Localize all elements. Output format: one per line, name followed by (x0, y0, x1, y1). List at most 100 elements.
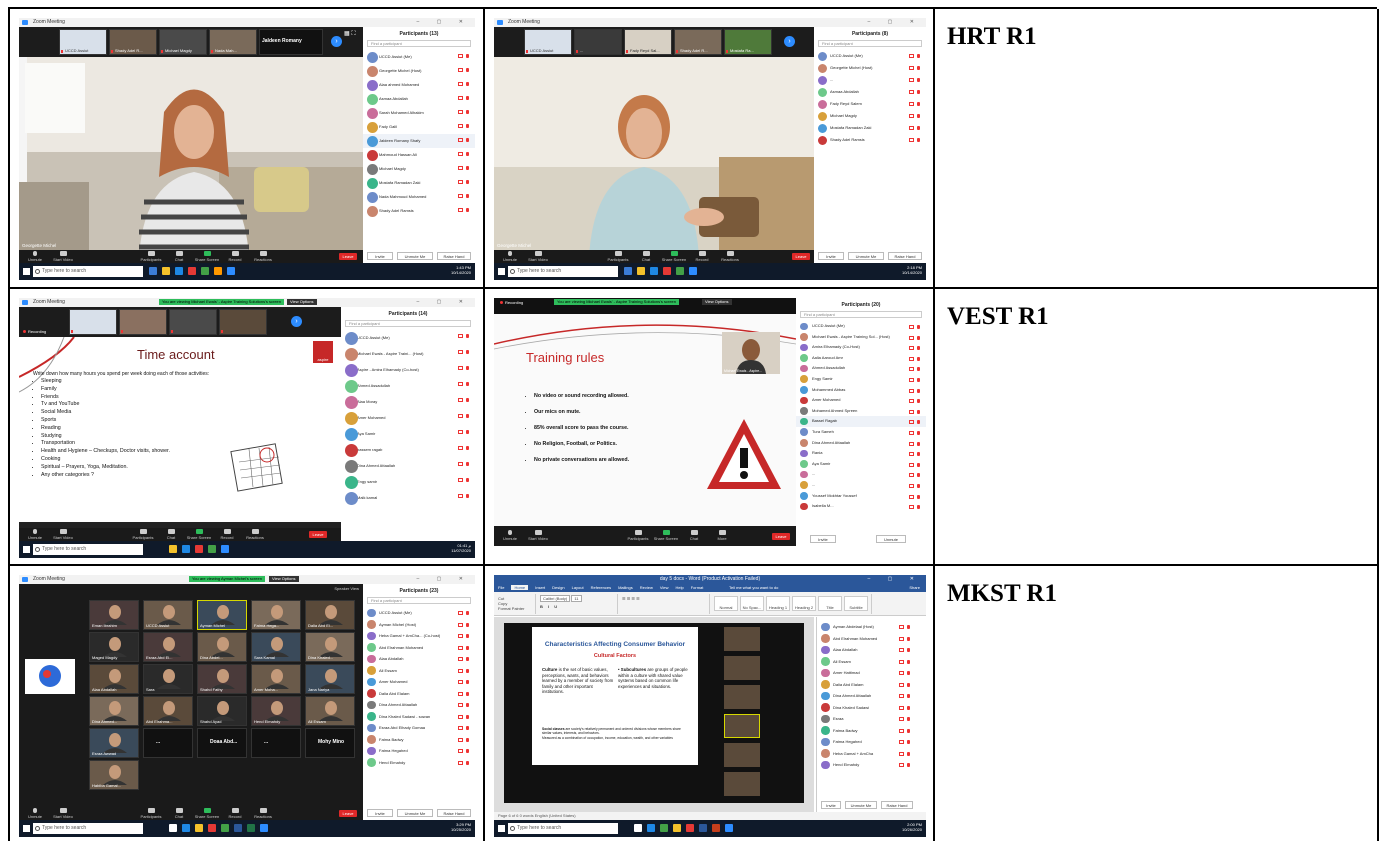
gallery-tile[interactable]: Dina Khaled... (305, 632, 355, 662)
unmute-me-button[interactable]: Unmute Me (397, 809, 433, 817)
video-thumbnail[interactable]: UCCD Assiut (524, 29, 572, 55)
style-option[interactable]: Heading 2 (792, 596, 816, 611)
edge-icon[interactable] (182, 545, 190, 553)
style-option[interactable]: Normal (714, 596, 738, 611)
video-thumbnail[interactable]: Mostafa Ra... (724, 29, 772, 55)
participant-row[interactable]: Ayman Michel (Host) (363, 619, 475, 631)
participant-row[interactable]: Heba Gamal + AmCha... (Co-host) (363, 630, 475, 642)
video-thumbnail[interactable] (119, 309, 167, 335)
participant-row[interactable]: Engy samir (341, 474, 475, 490)
participant-row[interactable]: Abd Elrahman Mohamed (817, 633, 916, 645)
video-thumbnail[interactable] (724, 656, 760, 680)
leave-button[interactable]: Leave (772, 533, 790, 540)
word-icon[interactable] (699, 824, 707, 832)
chat-button[interactable]: Chat (157, 529, 185, 540)
gallery-tile[interactable]: Sara (143, 664, 193, 694)
video-thumbnail[interactable] (724, 743, 760, 767)
unmute-button[interactable]: Unmute (876, 535, 906, 543)
participant-row[interactable]: Fatma Badwy (817, 725, 916, 737)
participant-row[interactable]: Michael Magdy (363, 162, 475, 176)
video-thumbnail[interactable]: Shady Adel R... (109, 29, 157, 55)
participant-row[interactable]: Jaldeen Romany Shafy (363, 134, 475, 148)
participant-row[interactable]: Shady Adel Ramsis (814, 134, 926, 146)
task-view-icon[interactable] (149, 267, 157, 275)
participant-row[interactable]: Amer Hattimad (817, 667, 916, 679)
edge-icon[interactable] (182, 824, 190, 832)
gallery-tile[interactable]: ... (143, 728, 193, 758)
chat-button[interactable]: Chat (165, 808, 193, 819)
share-screen-button[interactable]: Share Screen (185, 529, 213, 540)
taskbar-search-input[interactable]: Type here to search (508, 823, 618, 834)
file-explorer-icon[interactable] (195, 824, 203, 832)
gallery-tile[interactable]: Abd Elrahma... (143, 696, 193, 726)
view-options-button[interactable]: View Options (269, 576, 299, 582)
unmute-button[interactable]: Unmute (496, 251, 524, 262)
next-page-icon[interactable]: › (331, 36, 342, 47)
gallery-tile[interactable]: Maged Magdy (89, 632, 139, 662)
participant-row[interactable]: Ahmed Assadullah (341, 378, 475, 394)
participant-row[interactable]: Mostafa Ramadan Zaki (363, 176, 475, 190)
windows-start-icon[interactable] (498, 268, 505, 275)
unmute-button[interactable]: Unmute (21, 808, 49, 819)
ribbon-tab[interactable]: Home (511, 585, 529, 590)
gallery-tile[interactable]: Hend Elmahdy (251, 696, 301, 726)
edge-icon[interactable] (650, 267, 658, 275)
file-explorer-icon[interactable] (162, 267, 170, 275)
chrome-icon[interactable] (660, 824, 668, 832)
participant-row[interactable]: Youssef Mokhtar Youssef (796, 491, 926, 502)
view-options-button[interactable]: View Options (287, 299, 317, 305)
start-video-button[interactable]: Start Video (49, 529, 77, 540)
font-format-buttons[interactable]: B I U (540, 604, 615, 609)
ribbon-tab[interactable]: Format (691, 585, 704, 590)
gallery-tile[interactable]: ... (251, 728, 301, 758)
participant-row[interactable]: Fatma Hegahed (817, 736, 916, 748)
ribbon-tab[interactable]: Insert (535, 585, 545, 590)
participant-row[interactable]: Alaa Abdallah (363, 653, 475, 665)
find-participant-input[interactable]: Find a participant (800, 311, 922, 318)
ribbon-tab[interactable]: Mailings (618, 585, 633, 590)
find-participant-input[interactable]: Find a participant (367, 40, 471, 47)
chrome-icon[interactable] (221, 824, 229, 832)
video-thumbnail[interactable]: Fady Reyd Sal... (624, 29, 672, 55)
ribbon-tab[interactable]: Help (675, 585, 683, 590)
gallery-tile[interactable]: Eman Ibrahim (89, 600, 139, 630)
record-button[interactable]: Record (221, 808, 249, 819)
ribbon-tab[interactable]: Review (640, 585, 653, 590)
participant-row[interactable]: Hend Elmahdy (817, 759, 916, 771)
gallery-tile[interactable]: Ali Essam (305, 696, 355, 726)
file-explorer-icon[interactable] (673, 824, 681, 832)
chat-button[interactable]: Chat (632, 251, 660, 262)
participant-row[interactable]: Abd Elrahman Mohamed (363, 642, 475, 654)
zoom-app-icon[interactable] (227, 267, 235, 275)
participant-row[interactable]: Ali Essam (817, 656, 916, 668)
raise-hand-button[interactable]: Raise Hand (437, 809, 471, 817)
participant-row[interactable]: Ayman Abdelaal (Host) (817, 621, 916, 633)
share-button[interactable]: Share (909, 584, 920, 592)
share-screen-button[interactable]: Share Screen (193, 808, 221, 819)
participant-row[interactable]: Michael Magdy (814, 110, 926, 122)
participant-row[interactable]: UCCD Assiut (Me) (814, 50, 926, 62)
start-video-button[interactable]: Start Video (49, 251, 77, 262)
participants-button[interactable]: Participants (604, 251, 632, 262)
start-video-button[interactable]: Start Video (524, 530, 552, 541)
video-thumbnail[interactable]: Shady Adel R... (674, 29, 722, 55)
participant-row[interactable]: Dalia Abd Elalam (817, 679, 916, 691)
invite-button[interactable]: Invite (367, 809, 393, 817)
gallery-tile[interactable]: Habiba Gamal... (89, 760, 139, 790)
participant-row[interactable]: Dina Ahmed Attaallah (363, 699, 475, 711)
invite-button[interactable]: Invite (367, 252, 393, 260)
zoom-app-icon[interactable] (260, 824, 268, 832)
zoom-app-icon[interactable] (725, 824, 733, 832)
cortana-icon[interactable] (634, 824, 642, 832)
system-clock[interactable]: 1:43 PM 10/14/2020 (451, 265, 471, 275)
chrome-icon[interactable] (201, 267, 209, 275)
view-options-button[interactable]: View Options (702, 299, 732, 305)
invite-button[interactable]: Invite (818, 252, 844, 260)
presenter-video[interactable]: Michael Ewals - Aspire... (722, 332, 780, 374)
unmute-button[interactable]: Unmute (21, 529, 49, 540)
participant-row[interactable]: Michael Ewals - Aspire Training Sol... (… (796, 332, 926, 343)
unmute-me-button[interactable]: Unmute Me (848, 252, 884, 260)
participant-row[interactable]: Dalia Abd Elalam (363, 688, 475, 700)
video-thumbnail[interactable] (724, 772, 760, 796)
gallery-tile[interactable]: Alaa Abdallah (89, 664, 139, 694)
